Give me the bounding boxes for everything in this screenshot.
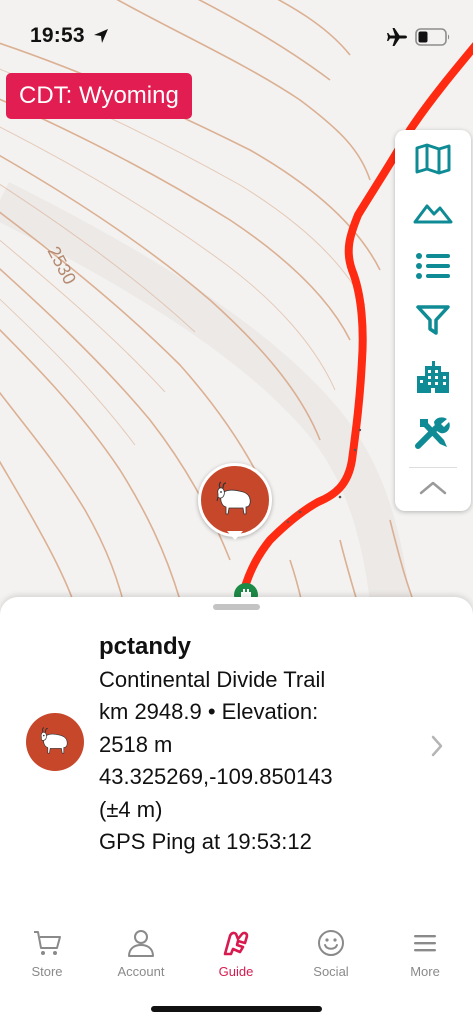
- tab-store[interactable]: Store: [0, 928, 94, 988]
- goat-icon: [216, 481, 251, 515]
- menu-icon: [414, 935, 436, 952]
- sheet-grabber[interactable]: [213, 604, 260, 610]
- trail-name-badge[interactable]: CDT: Wyoming: [6, 73, 192, 119]
- guide-icon: [223, 931, 249, 956]
- filter-button[interactable]: [395, 295, 471, 345]
- coordinates: 43.325269,-109.850143: [99, 764, 333, 789]
- tab-social[interactable]: Social: [284, 928, 378, 988]
- smiley-icon: [318, 930, 344, 956]
- home-indicator[interactable]: [151, 1006, 322, 1012]
- filter-icon: [416, 305, 450, 335]
- map-icon: [415, 143, 451, 175]
- tab-more[interactable]: More: [378, 928, 472, 988]
- tab-account[interactable]: Account: [94, 928, 188, 988]
- trail-km-elevation-label: km 2948.9 • Elevation:: [99, 699, 319, 724]
- battery-icon: [415, 28, 450, 46]
- tab-label: Social: [313, 964, 349, 979]
- tools-button[interactable]: [395, 409, 471, 459]
- chevron-right-icon[interactable]: [430, 735, 444, 757]
- gps-accuracy: (±4 m): [99, 796, 163, 822]
- tab-bar: Store Account Guide Social More: [0, 928, 473, 988]
- person-icon: [128, 930, 154, 957]
- elevation-value: 2518 m: [99, 731, 173, 757]
- waypoint-list-button[interactable]: [395, 241, 471, 291]
- status-time: 19:53: [30, 24, 85, 47]
- list-icon: [416, 253, 450, 279]
- trail-name: Continental Divide Trail: [99, 666, 326, 692]
- map-toolbar: [395, 130, 471, 511]
- tab-label: More: [410, 964, 440, 979]
- status-bar: 19:53: [0, 0, 473, 64]
- user-avatar: [26, 713, 84, 771]
- gps-ping-time: GPS Ping at 19:53:12: [99, 829, 312, 854]
- collapse-toolbar-button[interactable]: [395, 467, 471, 509]
- tab-label: Guide: [218, 964, 254, 979]
- user-location-marker[interactable]: [198, 463, 272, 541]
- goat-icon: [40, 727, 68, 754]
- user-name: pctandy: [99, 633, 192, 660]
- towns-button[interactable]: [395, 352, 471, 402]
- tab-label: Account: [117, 964, 165, 979]
- cart-icon: [34, 931, 61, 955]
- elevation-profile-button[interactable]: [395, 187, 471, 237]
- tab-label: Store: [31, 964, 63, 979]
- location-arrow-icon: [94, 29, 108, 43]
- tools-icon: [415, 417, 450, 449]
- airplane-icon: [387, 28, 407, 46]
- city-icon: [417, 361, 449, 393]
- tab-guide[interactable]: Guide: [189, 928, 283, 988]
- chevron-up-icon: [419, 481, 447, 495]
- map-layers-button[interactable]: [395, 134, 471, 184]
- mountain-icon: [413, 204, 453, 224]
- location-details: pctandy Continental Divide Trail km 2948…: [99, 631, 399, 859]
